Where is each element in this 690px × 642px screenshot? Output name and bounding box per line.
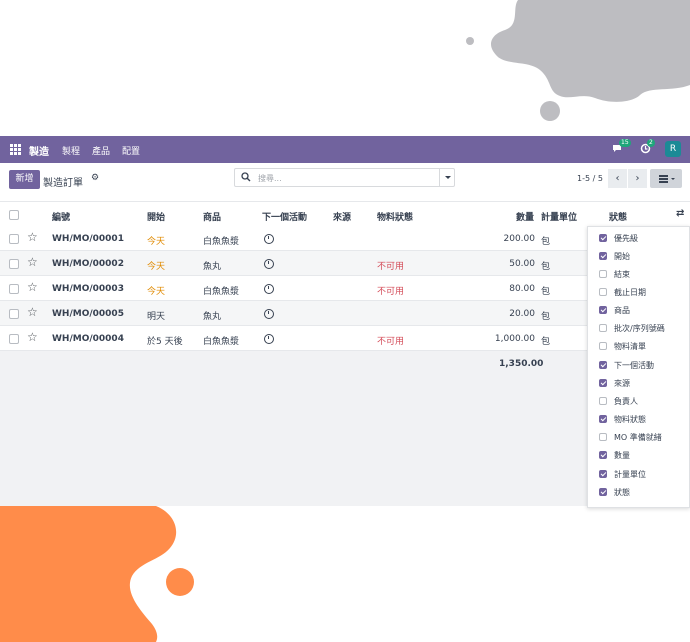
checkbox[interactable] [599,252,607,260]
checkbox[interactable] [599,324,607,332]
row-uom: 包 [541,312,551,322]
clock-icon[interactable] [264,309,274,319]
clock-icon[interactable] [264,234,274,244]
checkbox[interactable] [599,451,607,459]
chat-icon[interactable]: 15 [612,139,631,157]
row-reference: WH/MO/00005 [52,309,124,319]
col-uom[interactable]: 計量單位 [541,210,577,223]
menu-item-processes[interactable]: 製程 [62,144,80,157]
row-product: 白魚魚漿 [203,287,240,297]
row-uom: 包 [541,337,551,347]
breadcrumb-title: 製造訂單 [43,178,83,189]
row-checkbox[interactable] [9,234,19,244]
checkbox[interactable] [599,361,607,369]
star-icon[interactable]: ☆ [27,305,38,319]
new-button[interactable]: 新增 [9,170,40,189]
list-view-icon [659,175,675,183]
pager-value[interactable]: 1-5 / 5 [577,174,603,183]
row-quantity: 200.00 [503,234,536,244]
col-state[interactable]: 狀態 [609,210,627,223]
user-avatar[interactable]: R [665,141,681,157]
activity-icon[interactable]: 2 [640,139,655,157]
activity-badge: 2 [647,139,655,147]
col-quantity[interactable]: 數量 [516,210,534,223]
row-reference: WH/MO/00002 [52,259,124,269]
row-product: 魚丸 [203,262,222,272]
col-start[interactable]: 開始 [147,210,165,223]
checkbox[interactable] [599,342,607,350]
row-reference: WH/MO/00003 [52,284,124,294]
chat-badge: 15 [619,139,631,147]
checkbox[interactable] [599,234,607,242]
row-start: 明天 [147,312,166,322]
control-panel: 新增 製造訂單 ⚙ 搜尋... 1-5 / 5 ‹ › [0,163,690,201]
star-icon[interactable]: ☆ [27,230,38,244]
top-navbar: 製造 製程 產品 配置 15 2 R [0,136,690,163]
row-product: 白魚魚漿 [203,337,240,347]
pager-next-button[interactable]: › [628,169,647,188]
menu-item-configuration[interactable]: 配置 [122,144,140,157]
row-checkbox[interactable] [9,309,19,319]
clock-icon[interactable] [264,259,274,269]
star-icon[interactable]: ☆ [27,280,38,294]
checkbox[interactable] [599,470,607,478]
row-checkbox[interactable] [9,334,19,344]
view-switcher-button[interactable] [650,169,682,188]
row-reference: WH/MO/00004 [52,334,124,344]
clock-icon[interactable] [264,334,274,344]
search-dropdown-toggle[interactable] [439,169,456,186]
col-next-activity[interactable]: 下一個活動 [262,210,307,223]
row-quantity: 80.00 [509,284,535,294]
row-material-status: 不可用 [377,287,405,297]
col-material-status[interactable]: 物料狀態 [377,210,413,223]
search-bar[interactable]: 搜尋... [234,168,455,187]
row-uom: 包 [541,237,551,247]
pager-prev-button[interactable]: ‹ [608,169,627,188]
gray-splash [466,0,690,121]
row-product: 白魚魚漿 [203,237,240,247]
col-source[interactable]: 來源 [333,210,351,223]
optional-columns-toggle-icon[interactable]: ⇄ [676,208,684,219]
star-icon[interactable]: ☆ [27,330,38,344]
col-reference[interactable]: 編號 [52,210,70,223]
checkbox[interactable] [599,379,607,387]
checkbox[interactable] [599,306,607,314]
quantity-total: 1,350.00 [499,359,544,369]
select-all-checkbox[interactable] [9,210,19,220]
app-grid-icon[interactable] [10,144,21,155]
row-uom: 包 [541,287,551,297]
row-reference: WH/MO/00001 [52,234,124,244]
gear-icon[interactable]: ⚙ [91,173,99,183]
row-material-status: 不可用 [377,262,405,272]
row-start: 今天 [147,287,166,297]
row-material-status: 不可用 [377,337,405,347]
search-icon [241,172,251,182]
row-quantity: 20.00 [509,309,535,319]
table-header: 編號 開始 商品 下一個活動 來源 物料狀態 數量 計量單位 狀態 ⇄ [0,201,690,228]
caret-down-icon [445,176,451,179]
row-checkbox[interactable] [9,284,19,294]
clock-icon[interactable] [264,284,274,294]
row-quantity: 50.00 [509,259,535,269]
checkbox[interactable] [599,488,607,496]
checkbox[interactable] [599,433,607,441]
checkbox[interactable] [599,270,607,278]
optional-columns-panel: 優先級 開始 結束 截止日期 商品 批次/序列號碼 物料清單 下一個活動 來源 … [587,226,690,508]
app-brand[interactable]: 製造 [29,143,49,158]
row-uom: 包 [541,262,551,272]
menu-item-products[interactable]: 產品 [92,144,110,157]
checkbox[interactable] [599,397,607,405]
row-product: 魚丸 [203,312,222,322]
row-start: 於5 天後 [147,337,183,347]
search-placeholder: 搜尋... [258,174,282,183]
checkbox[interactable] [599,288,607,296]
col-product[interactable]: 商品 [203,210,221,223]
row-start: 今天 [147,237,166,247]
checkbox[interactable] [599,415,607,423]
row-checkbox[interactable] [9,259,19,269]
star-icon[interactable]: ☆ [27,255,38,269]
row-start: 今天 [147,262,166,272]
row-quantity: 1,000.00 [494,334,535,344]
